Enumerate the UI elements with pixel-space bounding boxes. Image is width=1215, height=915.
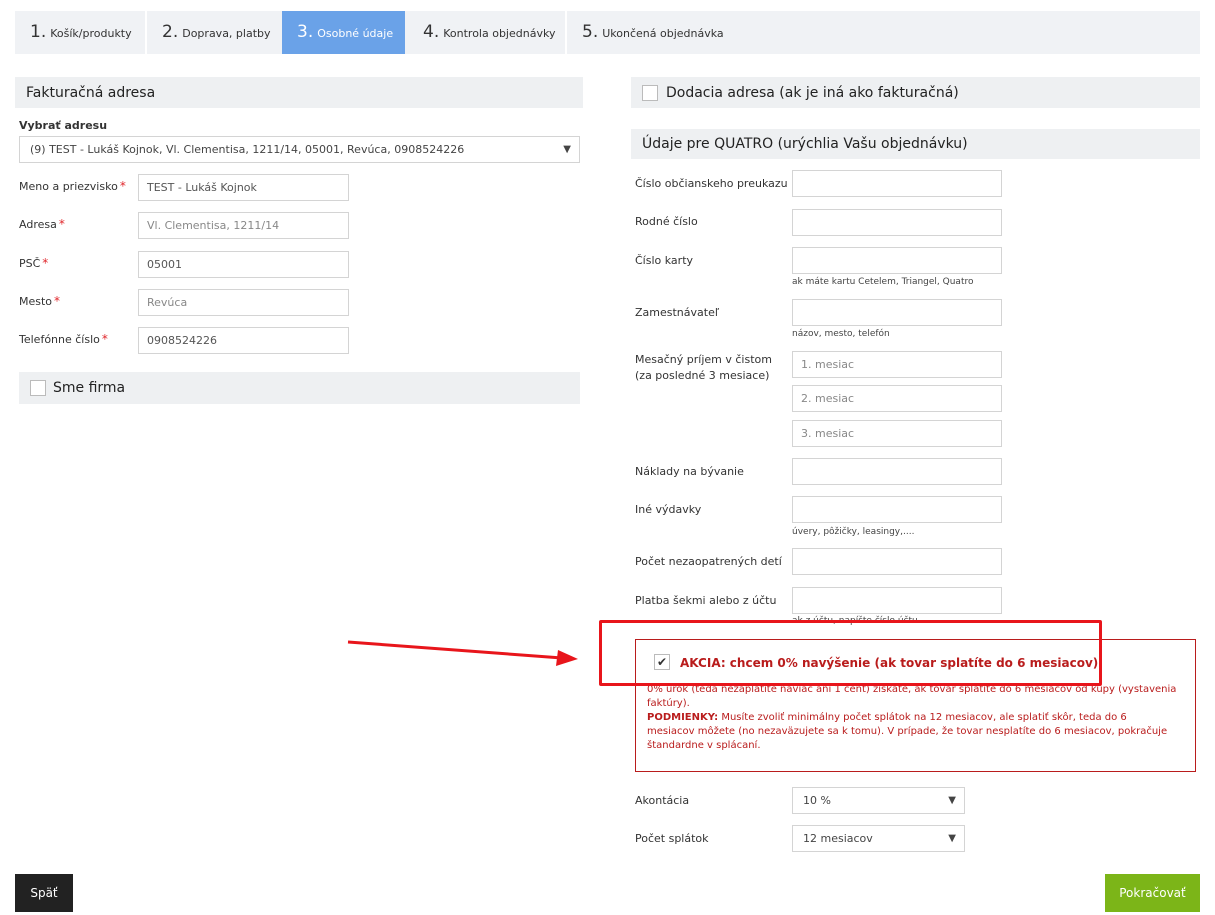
- step-5[interactable]: 5. Ukončená objednávka: [567, 11, 737, 54]
- field-label: Meno a priezvisko: [19, 180, 118, 193]
- step-label: Doprava, platby: [182, 27, 271, 40]
- id-card-field[interactable]: [792, 170, 1002, 197]
- akcia-text-2: Musíte zvoliť minimálny počet splátok na…: [647, 712, 1168, 751]
- delivery-label: Dodacia adresa (ak je iná ako fakturačná…: [666, 84, 959, 101]
- step-1[interactable]: 1. Košík/produkty: [15, 11, 147, 54]
- id-card-label: Číslo občianskeho preukazu: [635, 177, 788, 190]
- billing-title: Fakturačná adresa: [26, 84, 156, 101]
- company-toggle[interactable]: Sme firma: [19, 372, 580, 404]
- employer-label: Zamestnávateľ: [635, 306, 719, 319]
- birth-number-label: Rodné číslo: [635, 215, 698, 228]
- address-select[interactable]: (9) TEST - Lukáš Kojnok, Vl. Clementisa,…: [19, 136, 580, 163]
- back-button[interactable]: Späť: [15, 874, 73, 912]
- step-number: 2.: [162, 22, 179, 42]
- field-label: PSČ: [19, 257, 41, 270]
- billing-header: Fakturačná adresa: [15, 77, 583, 108]
- address-field[interactable]: Vl. Clementisa, 1211/14: [138, 212, 349, 239]
- required-mark: *: [42, 256, 49, 270]
- installments-select[interactable]: 12 mesiacov ▼: [792, 825, 965, 852]
- checkout-steps: 1. Košík/produkty 2. Doprava, platby 3. Oso…: [15, 11, 1200, 54]
- akontacia-value: 10 %: [803, 794, 831, 807]
- quatro-header: Údaje pre QUATRO (urýchlia Vašu objednáv…: [631, 129, 1200, 159]
- company-label: Sme firma: [53, 380, 126, 396]
- step-number: 3.: [297, 22, 314, 42]
- zip-field[interactable]: 05001: [138, 251, 349, 278]
- annotation-arrow-icon: [347, 640, 578, 666]
- delivery-checkbox[interactable]: [642, 85, 658, 101]
- required-mark: *: [58, 217, 65, 231]
- other-expenses-hint: úvery, pôžičky, leasingy,....: [792, 527, 915, 537]
- required-mark: *: [101, 332, 108, 346]
- step-label: Košík/produkty: [50, 27, 132, 40]
- other-expenses-field[interactable]: [792, 496, 1002, 523]
- phone-label: Telefónne číslo *: [19, 332, 108, 346]
- company-checkbox[interactable]: [30, 380, 46, 396]
- field-label: Telefónne číslo: [19, 333, 100, 346]
- city-label: Mesto *: [19, 294, 60, 308]
- delivery-toggle[interactable]: Dodacia adresa (ak je iná ako fakturačná…: [631, 77, 1200, 108]
- step-number: 5.: [582, 22, 599, 42]
- installments-value: 12 mesiacov: [803, 832, 873, 845]
- employer-hint: názov, mesto, telefón: [792, 329, 890, 339]
- step-number: 1.: [30, 22, 47, 42]
- payment-label: Platba šekmi alebo z účtu: [635, 594, 777, 607]
- birth-number-field[interactable]: [792, 209, 1002, 236]
- card-hint: ak máte kartu Cetelem, Triangel, Quatro: [792, 277, 974, 287]
- income-month-2-field[interactable]: 2. mesiac: [792, 385, 1002, 412]
- akcia-text-1: 0% úrok (teda nezaplatíte navíac ani 1 c…: [647, 684, 1177, 709]
- akcia-description: 0% úrok (teda nezaplatíte navíac ani 1 c…: [647, 683, 1177, 753]
- city-field[interactable]: Revúca: [138, 289, 349, 316]
- address-label: Adresa *: [19, 217, 65, 231]
- card-number-field[interactable]: [792, 247, 1002, 274]
- income-month-1-field[interactable]: 1. mesiac: [792, 351, 1002, 378]
- field-label: Adresa: [19, 218, 57, 231]
- housing-field[interactable]: [792, 458, 1002, 485]
- chevron-down-icon: ▼: [563, 144, 571, 155]
- chevron-down-icon: ▼: [948, 833, 956, 844]
- chevron-down-icon: ▼: [948, 795, 956, 806]
- housing-label: Náklady na bývanie: [635, 465, 744, 478]
- name-label: Meno a priezvisko *: [19, 179, 126, 193]
- quatro-title: Údaje pre QUATRO (urýchlia Vašu objednáv…: [642, 136, 968, 152]
- step-label: Kontrola objednávky: [443, 27, 556, 40]
- employer-field[interactable]: [792, 299, 1002, 326]
- phone-field[interactable]: 0908524226: [138, 327, 349, 354]
- continue-button[interactable]: Pokračovať: [1105, 874, 1200, 912]
- akontacia-label: Akontácia: [635, 794, 690, 807]
- installments-label: Počet splátok: [635, 832, 709, 845]
- card-number-label: Číslo karty: [635, 254, 694, 267]
- field-label: Mesto: [19, 295, 53, 308]
- akontacia-select[interactable]: 10 % ▼: [792, 787, 965, 814]
- akcia-conditions-label: PODMIENKY:: [647, 712, 719, 723]
- highlight-box: [599, 620, 1102, 686]
- income-label-line2: (za posledné 3 mesiace): [635, 369, 770, 382]
- step-3[interactable]: 3. Osobné údaje: [282, 11, 405, 54]
- zip-label: PSČ *: [19, 256, 48, 270]
- step-label: Osobné údaje: [317, 27, 394, 40]
- required-mark: *: [54, 294, 61, 308]
- income-month-3-field[interactable]: 3. mesiac: [792, 420, 1002, 447]
- step-4[interactable]: 4. Kontrola objednávky: [405, 11, 567, 54]
- name-field[interactable]: TEST - Lukáš Kojnok: [138, 174, 349, 201]
- children-field[interactable]: [792, 548, 1002, 575]
- step-2[interactable]: 2. Doprava, platby: [147, 11, 282, 54]
- income-label-line1: Mesačný príjem v čistom: [635, 353, 772, 366]
- select-address-label: Vybrať adresu: [19, 119, 108, 132]
- required-mark: *: [119, 179, 126, 193]
- payment-field[interactable]: [792, 587, 1002, 614]
- address-select-value: (9) TEST - Lukáš Kojnok, Vl. Clementisa,…: [30, 143, 465, 156]
- step-number: 4.: [423, 22, 440, 42]
- other-expenses-label: Iné výdavky: [635, 503, 702, 516]
- children-label: Počet nezaopatrených detí: [635, 555, 782, 568]
- step-label: Ukončená objednávka: [602, 27, 724, 40]
